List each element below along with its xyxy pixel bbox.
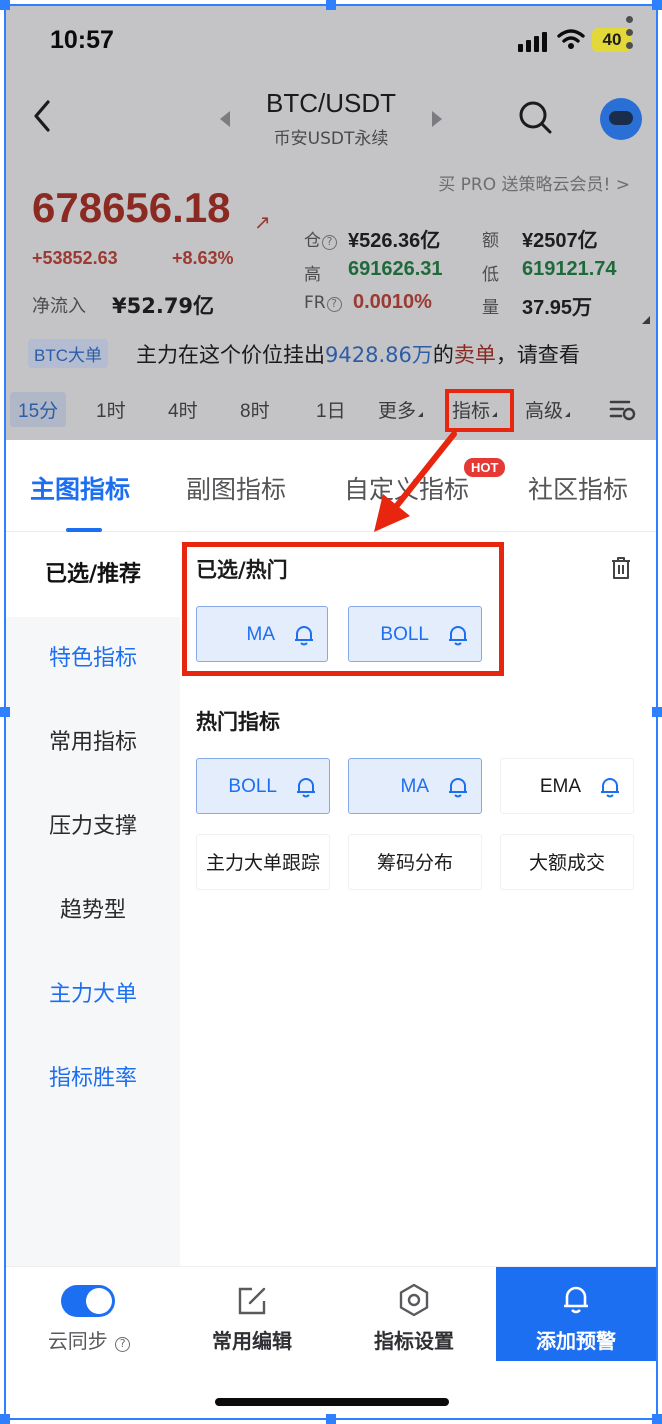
annotation-arrow	[374, 431, 457, 532]
resize-handle-bl[interactable]	[0, 1414, 10, 1424]
indicator-settings-label: 指标设置	[374, 1329, 454, 1353]
bell-icon[interactable]	[447, 775, 469, 799]
hot-chip-ma[interactable]: MA	[348, 758, 482, 814]
indicator-panel: 主图指标 副图指标 自定义指标 HOT 社区指标 已选/推荐 特色指标 常用指标…	[6, 440, 656, 1268]
category-support-resistance[interactable]: 压力支撑	[6, 785, 180, 869]
add-alert-button[interactable]: 添加预警	[496, 1267, 656, 1361]
hot-chip-ema[interactable]: EMA	[500, 758, 634, 814]
chip-chip-distribution[interactable]: 筹码分布	[348, 834, 482, 890]
help-icon: ?	[115, 1337, 131, 1352]
resize-handle-bm[interactable]	[326, 1414, 336, 1424]
category-main-force-orders[interactable]: 主力大单	[6, 953, 180, 1037]
chip-main-force-tracking[interactable]: 主力大单跟踪	[196, 834, 330, 890]
chip-large-trades[interactable]: 大额成交	[500, 834, 634, 890]
resize-handle-tm[interactable]	[326, 0, 336, 10]
category-featured[interactable]: 特色指标	[6, 617, 180, 701]
cloud-sync-button[interactable]: 云同步 ?	[6, 1267, 172, 1361]
cloud-sync-toggle[interactable]	[61, 1285, 115, 1317]
home-indicator[interactable]	[215, 1398, 449, 1406]
indicator-settings-button[interactable]: 指标设置	[332, 1267, 496, 1361]
category-sidebar: 已选/推荐 特色指标 常用指标 压力支撑 趋势型 主力大单 指标胜率	[6, 533, 180, 1268]
hexagon-settings-icon	[399, 1283, 429, 1317]
category-win-rate[interactable]: 指标胜率	[6, 1037, 180, 1121]
bell-icon[interactable]	[295, 775, 317, 799]
resize-handle-tr[interactable]	[652, 0, 662, 10]
hot-chip-boll[interactable]: BOLL	[196, 758, 330, 814]
add-alert-label: 添加预警	[536, 1329, 616, 1353]
bottom-action-bar: 云同步 ? 常用编辑 指标设置 添加预警	[6, 1266, 656, 1361]
chip-label: EMA	[539, 776, 581, 797]
category-trend[interactable]: 趋势型	[6, 869, 180, 953]
bell-icon	[564, 1286, 588, 1314]
common-edit-button[interactable]: 常用编辑	[172, 1267, 332, 1361]
cloud-sync-label: 云同步 ?	[6, 1325, 172, 1354]
selected-highlight-box	[182, 542, 504, 676]
common-edit-label: 常用编辑	[212, 1329, 292, 1353]
resize-handle-ml[interactable]	[0, 707, 10, 717]
resize-handle-br[interactable]	[652, 1414, 662, 1424]
bell-icon[interactable]	[599, 775, 621, 799]
hot-section-title: 热门指标	[196, 710, 280, 734]
category-common[interactable]: 常用指标	[6, 701, 180, 785]
resize-handle-tl[interactable]	[0, 0, 10, 10]
resize-handle-mr[interactable]	[652, 707, 662, 717]
chip-label: BOLL	[228, 776, 277, 797]
chip-label: MA	[400, 776, 430, 797]
edit-icon	[238, 1287, 266, 1315]
